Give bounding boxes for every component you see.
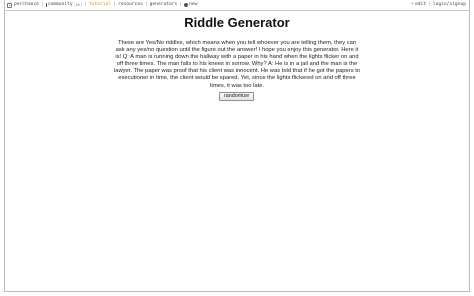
nav-resources-link[interactable]: resources: [118, 0, 143, 10]
login-signup-link[interactable]: login/signup: [433, 0, 466, 10]
nav-brand-link[interactable]: perchance: [14, 0, 39, 10]
nav-separator: |: [179, 2, 183, 7]
page-title: Riddle Generator: [184, 15, 290, 30]
globe-icon: [184, 3, 189, 7]
nav-separator: |: [113, 2, 116, 7]
community-icon: [45, 3, 47, 7]
nav-separator: |: [428, 2, 431, 7]
perchance-logo-icon[interactable]: [7, 2, 12, 8]
nav-separator: |: [144, 2, 148, 7]
nav-right: + edit | login/signup: [411, 0, 466, 10]
nav-community-link[interactable]: community: [48, 0, 73, 10]
nav-left: perchance | community (88) | tutorial | …: [7, 0, 197, 10]
add-icon: +: [411, 2, 414, 7]
nav-separator: |: [40, 2, 44, 7]
nav-tutorial-link[interactable]: tutorial: [89, 0, 111, 10]
nav-generators-link[interactable]: generators: [150, 0, 178, 10]
riddle-description: These are Yes/No riddles, which means wh…: [113, 40, 361, 89]
edit-link[interactable]: edit: [415, 0, 426, 10]
nav-separator: |: [84, 2, 88, 7]
randomize-button[interactable]: randomize: [219, 92, 254, 101]
community-count: (88): [73, 3, 83, 7]
nav-new-link[interactable]: new: [189, 0, 197, 10]
top-nav-bar: perchance | community (88) | tutorial | …: [4, 0, 470, 11]
